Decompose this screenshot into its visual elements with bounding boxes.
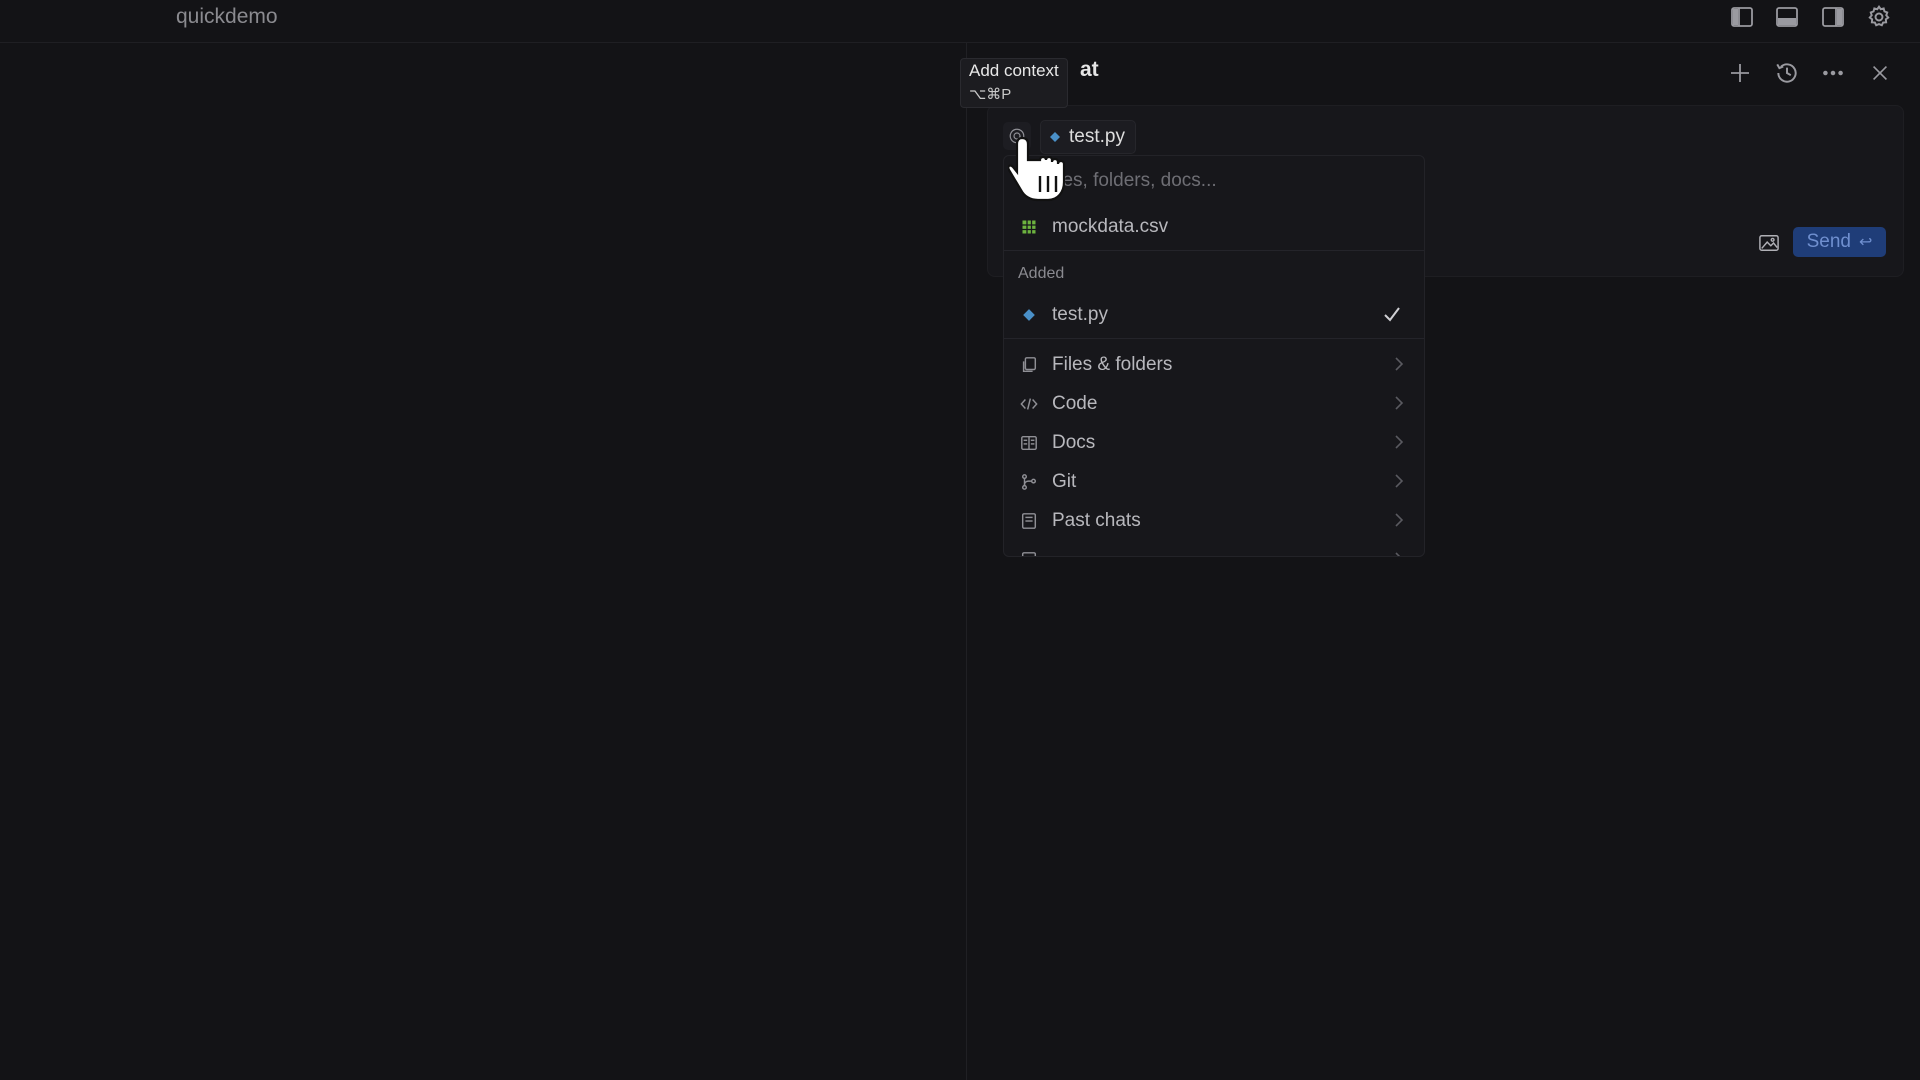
close-icon[interactable] xyxy=(1864,57,1896,89)
dropdown-divider xyxy=(1004,250,1424,251)
chevron-right-icon xyxy=(1392,433,1406,456)
category-git[interactable]: Git xyxy=(1004,463,1424,501)
files-icon xyxy=(1018,354,1040,376)
category-code[interactable]: Code xyxy=(1004,385,1424,423)
tooltip-shortcut: ⌥⌘P xyxy=(969,86,1012,103)
added-item-test-py[interactable]: test.py xyxy=(1004,296,1424,334)
suggestion-item-label: mockdata.csv xyxy=(1052,216,1169,237)
category-docs[interactable]: Docs xyxy=(1004,424,1424,462)
category-partial-icon xyxy=(1018,549,1040,556)
category-label: Git xyxy=(1052,471,1077,492)
attach-image-button[interactable] xyxy=(1756,230,1782,256)
tooltip-label: Add context xyxy=(969,61,1059,80)
context-file-chip-label: test.py xyxy=(1069,126,1125,147)
toggle-panel-icon[interactable] xyxy=(1772,2,1802,32)
window-title: quickdemo xyxy=(176,5,278,28)
git-icon xyxy=(1018,471,1040,493)
category-label: Docs xyxy=(1052,432,1096,453)
category-partial-row[interactable] xyxy=(1004,541,1424,556)
context-search-input[interactable]: iles, folders, docs... xyxy=(1054,170,1217,192)
checkmark-icon xyxy=(1382,304,1402,329)
chevron-right-icon xyxy=(1392,511,1406,534)
category-label: Code xyxy=(1052,393,1098,414)
history-icon[interactable] xyxy=(1771,57,1803,89)
hand-pointer-cursor-icon xyxy=(1008,136,1066,202)
category-files-folders[interactable]: Files & folders xyxy=(1004,346,1424,384)
editor-area xyxy=(0,43,966,1080)
csv-file-icon xyxy=(1018,216,1040,238)
toggle-primary-sidebar-icon[interactable] xyxy=(1727,2,1757,32)
context-picker-dropdown: iles, folders, docs... mockdata.csv Adde… xyxy=(1003,155,1425,557)
settings-gear-icon[interactable] xyxy=(1864,2,1894,32)
suggestion-item-mockdata[interactable]: mockdata.csv xyxy=(1004,208,1424,246)
added-section-header: Added xyxy=(1018,265,1065,282)
chevron-right-icon xyxy=(1392,394,1406,417)
category-label: Files & folders xyxy=(1052,354,1173,375)
added-item-label: test.py xyxy=(1052,304,1108,325)
category-label: Past chats xyxy=(1052,510,1141,531)
title-bar: quickdemo xyxy=(0,0,1920,43)
dropdown-divider xyxy=(1004,338,1424,339)
category-past-chats[interactable]: Past chats xyxy=(1004,502,1424,540)
past-chats-icon xyxy=(1018,510,1040,532)
chevron-right-icon xyxy=(1392,472,1406,495)
toggle-secondary-sidebar-icon[interactable] xyxy=(1818,2,1848,32)
python-file-icon xyxy=(1018,304,1040,326)
chevron-right-icon xyxy=(1392,355,1406,378)
enter-key-icon: ↩ xyxy=(1858,234,1873,251)
chevron-right-icon xyxy=(1392,550,1406,556)
add-context-tooltip: Add context ⌥⌘P xyxy=(960,58,1068,108)
docs-icon xyxy=(1018,432,1040,454)
image-icon xyxy=(1759,235,1779,251)
more-icon[interactable] xyxy=(1817,57,1849,89)
code-icon xyxy=(1018,393,1040,415)
plus-icon[interactable] xyxy=(1724,57,1756,89)
chat-title: at xyxy=(1080,58,1099,81)
send-button[interactable]: Send ↩ xyxy=(1793,227,1886,257)
send-button-label: Send xyxy=(1806,231,1851,252)
